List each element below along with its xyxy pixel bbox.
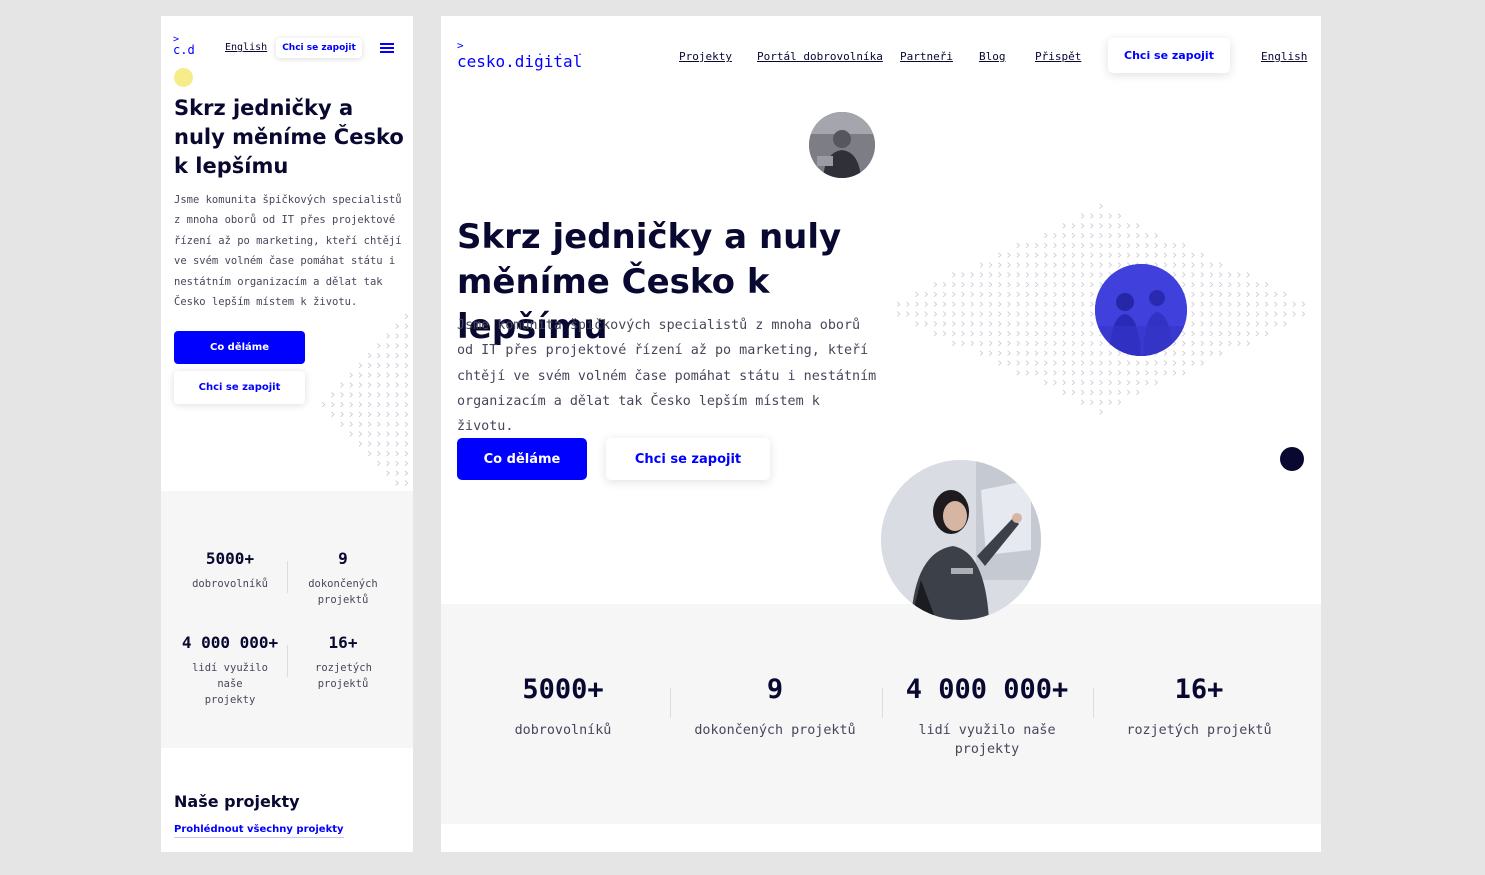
nav-item-portal[interactable]: Portál dobrovolníka <box>757 50 883 63</box>
nav-item-prispet[interactable]: Přispět <box>1035 50 1081 63</box>
logo[interactable]: > cesko.digital ... <box>457 38 583 70</box>
team-photo-blue <box>1095 264 1187 356</box>
get-involved-button[interactable]: Chci se zapojit <box>606 438 770 480</box>
desktop-preview: > cesko.digital ... Projekty Portál dobr… <box>441 16 1321 852</box>
team-photo-large <box>881 460 1041 620</box>
stat-people: 4 000 000+ lidí využilo naše projekty <box>174 633 286 708</box>
logo-text: c.d <box>173 43 195 57</box>
stats-section: 5000+ dobrovolníků 9 dokončených projekt… <box>161 491 413 748</box>
projects-title: Naše projekty <box>174 792 300 811</box>
stat-label: dobrovolníků <box>514 723 612 738</box>
stat-value: 9 <box>766 674 784 705</box>
language-link[interactable]: English <box>1261 50 1307 63</box>
stat-value: 4 000 000+ <box>905 674 1069 705</box>
nav-item-projekty[interactable]: Projekty <box>679 50 732 63</box>
decorative-dot <box>174 68 193 87</box>
what-we-do-button[interactable]: Co děláme <box>457 438 587 480</box>
stat-value: 5000+ <box>205 549 255 568</box>
mobile-preview: > c.d English Chci se zapojit Skrz jedni… <box>161 16 413 852</box>
stat-value: 4 000 000+ <box>181 633 279 652</box>
stat-running-projects: 16+ rozjetých projektů <box>1093 674 1305 740</box>
stat-label: dokončených projektů <box>694 723 856 738</box>
stat-label: rozjetých projektů <box>315 662 372 690</box>
stats-section: 5000+ dobrovolníků 9 dokončených projekt… <box>441 604 1321 824</box>
all-projects-link[interactable]: Prohlédnout všechny projekty <box>174 824 344 838</box>
stat-value: 9 <box>338 549 348 568</box>
stat-volunteers: 5000+ dobrovolníků <box>457 674 669 740</box>
stat-label: dokončených projektů <box>308 578 378 606</box>
join-button[interactable]: Chci se zapojit <box>1108 38 1230 73</box>
stat-label: rozjetých projektů <box>1126 723 1272 738</box>
hero-description: Jsme komunita špičkových specialistů z m… <box>457 318 877 435</box>
stat-volunteers: 5000+ dobrovolníků <box>174 549 286 592</box>
team-photo-small <box>809 112 875 178</box>
stat-label: lidí využilo naše projekty <box>192 662 268 706</box>
stat-value: 16+ <box>1174 674 1224 705</box>
nav-item-partneri[interactable]: Partneři <box>900 50 953 63</box>
stat-label: dobrovolníků <box>192 578 268 590</box>
decorative-dot <box>1280 447 1304 471</box>
join-button[interactable]: Chci se zapojit <box>276 38 362 58</box>
logo-dots: ... <box>537 47 598 58</box>
page-title: Skrz jedničky a nuly měníme Česko k lepš… <box>174 96 404 178</box>
stat-people: 4 000 000+ lidí využilo naše projekty <box>881 674 1093 759</box>
stat-finished-projects: 9 dokončených projektů <box>287 549 399 608</box>
logo-short[interactable]: > c.d <box>173 34 195 56</box>
stat-finished-projects: 9 dokončených projektů <box>669 674 881 740</box>
nav-item-blog[interactable]: Blog <box>979 50 1006 63</box>
stat-running-projects: 16+ rozjetých projektů <box>287 633 399 692</box>
stat-value: 5000+ <box>522 674 604 705</box>
get-involved-button[interactable]: Chci se zapojit <box>174 371 305 404</box>
hamburger-menu-icon[interactable] <box>380 43 394 53</box>
what-we-do-button[interactable]: Co děláme <box>174 331 305 364</box>
hero-description: Jsme komunita špičkových specialistů z m… <box>174 194 402 309</box>
stat-label: lidí využilo naše projekty <box>918 723 1056 757</box>
language-link[interactable]: English <box>225 42 267 53</box>
stat-value: 16+ <box>328 633 358 652</box>
chevron-pattern-decoration <box>321 313 409 486</box>
